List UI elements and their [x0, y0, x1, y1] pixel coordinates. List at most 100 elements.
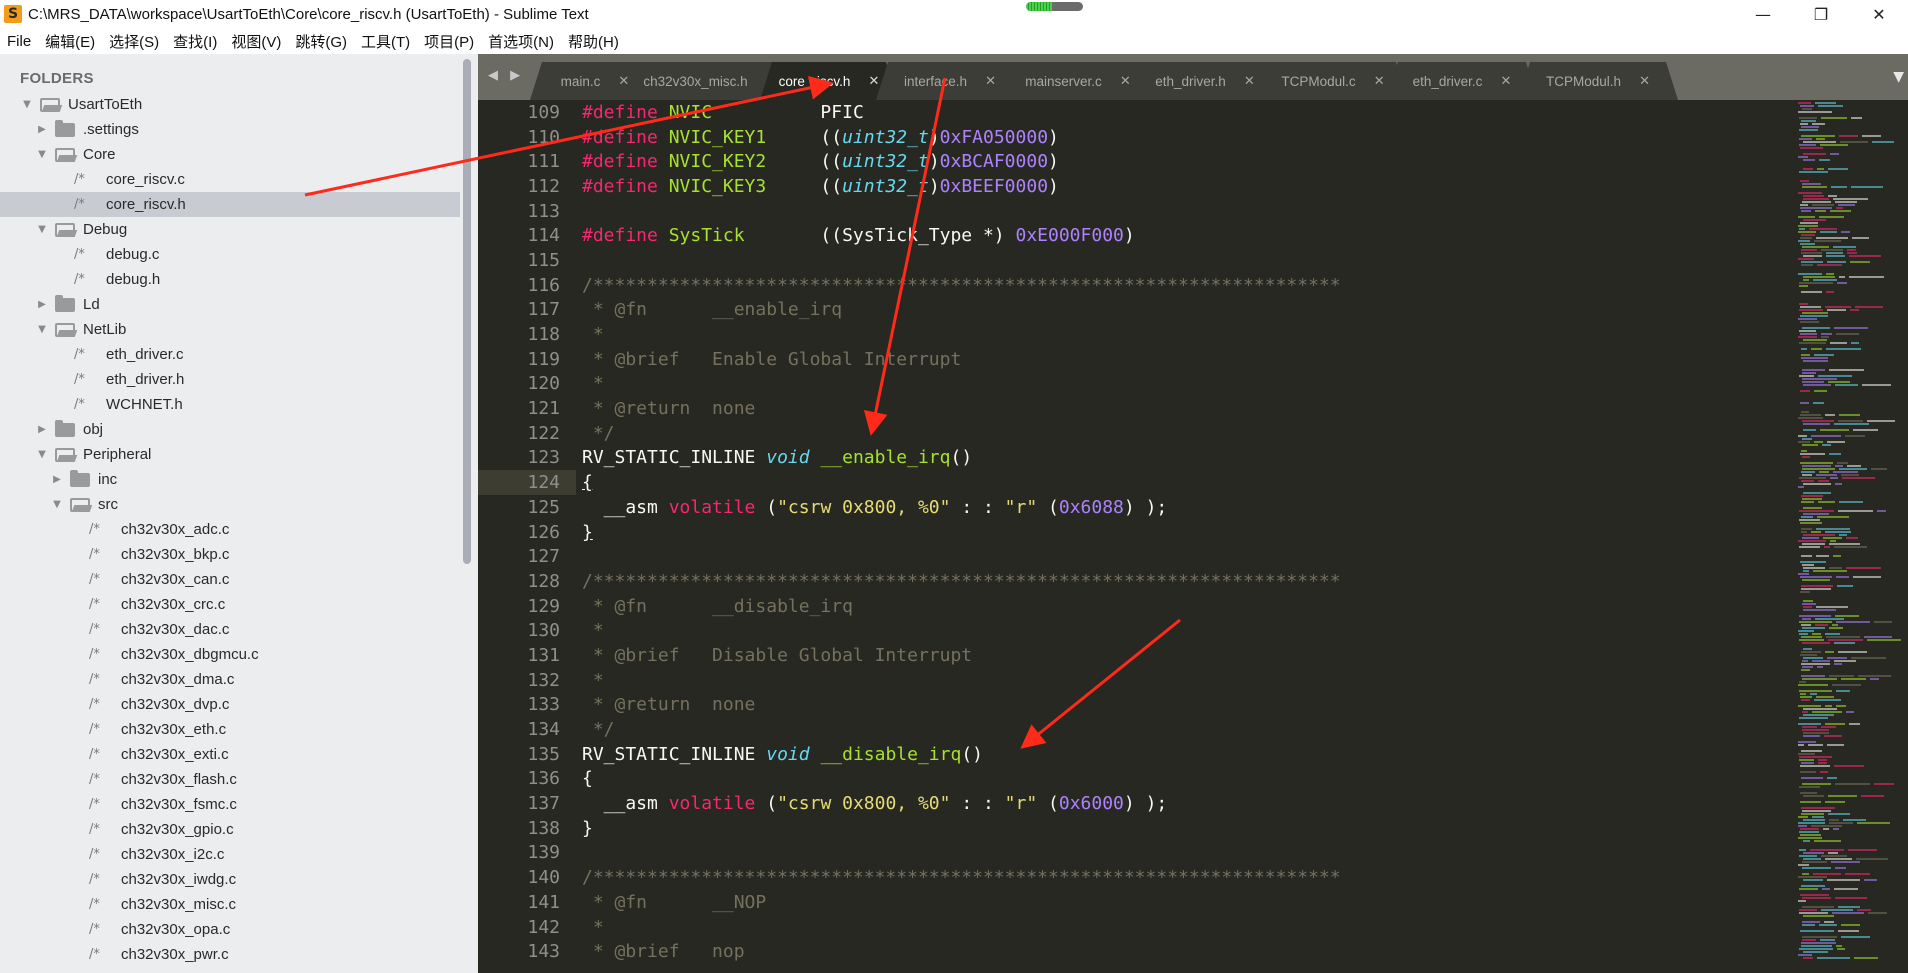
- menu-item[interactable]: File: [0, 33, 38, 50]
- file-item[interactable]: /* ch32v30x_i2c.c: [0, 842, 460, 867]
- tree-item-label: ch32v30x_exti.c: [121, 746, 229, 763]
- minimap-line: [1798, 837, 1822, 839]
- minimap-line: [1803, 708, 1837, 710]
- tab-tcpmodul-c[interactable]: TCPModul.c ✕: [1258, 62, 1408, 100]
- minimap-line: [1799, 888, 1818, 890]
- file-item[interactable]: /* ch32v30x_opa.c: [0, 917, 460, 942]
- file-item[interactable]: /* ch32v30x_crc.c: [0, 592, 460, 617]
- restore-button[interactable]: ❐: [1792, 0, 1850, 28]
- menu-item[interactable]: 查找(I): [166, 31, 224, 52]
- folder-item[interactable]: ▼ NetLib: [0, 317, 460, 342]
- folder-item[interactable]: ▶ .settings: [0, 117, 460, 142]
- close-tab-icon[interactable]: ✕: [618, 74, 629, 89]
- file-item[interactable]: /* eth_driver.h: [0, 367, 460, 392]
- minimap-line: [1830, 342, 1847, 344]
- file-item[interactable]: /* ch32v30x_fsmc.c: [0, 792, 460, 817]
- code-token: * @fn __NOP: [582, 891, 767, 913]
- expand-down-icon[interactable]: ▼: [50, 499, 64, 510]
- file-item[interactable]: /* ch32v30x_iwdg.c: [0, 867, 460, 892]
- file-item[interactable]: /* ch32v30x_dbgmcu.c: [0, 642, 460, 667]
- file-item[interactable]: /* core_riscv.c: [0, 167, 460, 192]
- close-tab-icon[interactable]: ✕: [1244, 74, 1255, 89]
- file-item[interactable]: /* core_riscv.h: [0, 192, 460, 217]
- file-item[interactable]: /* debug.c: [0, 242, 460, 267]
- folder-item[interactable]: ▶ Ld: [0, 292, 460, 317]
- minimap-line: [1833, 828, 1839, 830]
- tab-nav-arrows-icon[interactable]: ◀ ▶: [488, 68, 524, 83]
- expand-right-icon[interactable]: ▶: [35, 299, 49, 310]
- minimap-line: [1799, 171, 1828, 173]
- minimap-line: [1800, 333, 1817, 335]
- menu-item[interactable]: 首选项(N): [481, 31, 561, 52]
- expand-down-icon[interactable]: ▼: [35, 324, 49, 335]
- file-item[interactable]: /* ch32v30x_flash.c: [0, 767, 460, 792]
- close-tab-icon[interactable]: ✕: [1500, 74, 1511, 89]
- folder-item[interactable]: ▶ obj: [0, 417, 460, 442]
- close-tab-icon[interactable]: ✕: [1374, 74, 1385, 89]
- expand-down-icon[interactable]: ▼: [20, 99, 34, 110]
- minimize-button[interactable]: —: [1734, 0, 1792, 28]
- tab-list-dropdown-icon[interactable]: ▼: [1893, 69, 1904, 85]
- sidebar-scrollbar[interactable]: [463, 59, 471, 564]
- file-item[interactable]: /* ch32v30x_misc.c: [0, 892, 460, 917]
- menu-item[interactable]: 跳转(G): [288, 31, 354, 52]
- close-tab-icon[interactable]: ✕: [985, 74, 996, 89]
- folder-item[interactable]: ▼ Core: [0, 142, 460, 167]
- file-item[interactable]: /* ch32v30x_eth.c: [0, 717, 460, 742]
- file-item[interactable]: /* ch32v30x_exti.c: [0, 742, 460, 767]
- minimap-line: [1803, 255, 1822, 257]
- folder-item[interactable]: ▼ Peripheral: [0, 442, 460, 467]
- menu-item[interactable]: 视图(V): [224, 31, 288, 52]
- file-item[interactable]: /* eth_driver.c: [0, 342, 460, 367]
- file-icon: /*: [74, 272, 85, 287]
- menu-item[interactable]: 项目(P): [417, 31, 481, 52]
- minimap[interactable]: [1778, 100, 1908, 973]
- code-token: ): [1048, 175, 1059, 197]
- file-item[interactable]: /* ch32v30x_pwr.c: [0, 942, 460, 967]
- tab-eth-driver-c[interactable]: eth_driver.c ✕: [1386, 62, 1538, 100]
- tab-eth-driver-h[interactable]: eth_driver.h ✕: [1128, 62, 1282, 100]
- minimap-line: [1802, 438, 1812, 440]
- minimap-line: [1799, 849, 1806, 851]
- close-tab-icon[interactable]: ✕: [1120, 74, 1131, 89]
- file-item[interactable]: /* ch32v30x_dma.c: [0, 667, 460, 692]
- file-item[interactable]: /* ch32v30x_adc.c: [0, 517, 460, 542]
- folder-icon: [55, 294, 75, 312]
- close-window-button[interactable]: ✕: [1850, 0, 1908, 28]
- menu-item[interactable]: 帮助(H): [561, 31, 626, 52]
- menu-item[interactable]: 编辑(E): [38, 31, 102, 52]
- folder-item[interactable]: ▼ Debug: [0, 217, 460, 242]
- minimap-line: [1833, 246, 1856, 248]
- folder-item[interactable]: ▶ inc: [0, 467, 460, 492]
- expand-right-icon[interactable]: ▶: [35, 424, 49, 435]
- folder-item[interactable]: ▼ src: [0, 492, 460, 517]
- folder-item[interactable]: ▼ UsartToEth: [0, 92, 460, 117]
- menu-item[interactable]: 选择(S): [102, 31, 166, 52]
- minimap-line: [1820, 429, 1849, 431]
- line-number: 117: [527, 299, 560, 321]
- file-item[interactable]: /* ch32v30x_gpio.c: [0, 817, 460, 842]
- file-item[interactable]: /* WCHNET.h: [0, 392, 460, 417]
- minimap-line: [1803, 279, 1809, 281]
- minimap-line: [1802, 906, 1834, 908]
- file-item[interactable]: /* ch32v30x_dac.c: [0, 617, 460, 642]
- tab-tcpmodul-h[interactable]: TCPModul.h ✕: [1518, 62, 1678, 100]
- file-item[interactable]: /* ch32v30x_can.c: [0, 567, 460, 592]
- menu-item[interactable]: 工具(T): [354, 31, 417, 52]
- expand-right-icon[interactable]: ▶: [50, 474, 64, 485]
- minimap-line: [1802, 468, 1835, 470]
- expand-down-icon[interactable]: ▼: [35, 224, 49, 235]
- tab-core-riscv-h[interactable]: core_riscv.h ✕: [760, 62, 898, 100]
- minimap-line: [1827, 657, 1847, 659]
- expand-right-icon[interactable]: ▶: [35, 124, 49, 135]
- expand-down-icon[interactable]: ▼: [35, 449, 49, 460]
- expand-down-icon[interactable]: ▼: [35, 149, 49, 160]
- minimap-line: [1800, 771, 1816, 773]
- line-number: 126: [527, 521, 560, 543]
- close-tab-icon[interactable]: ✕: [1639, 74, 1650, 89]
- file-item[interactable]: /* ch32v30x_bkp.c: [0, 542, 460, 567]
- file-item[interactable]: /* ch32v30x_dvp.c: [0, 692, 460, 717]
- file-item[interactable]: /* debug.h: [0, 267, 460, 292]
- code-view[interactable]: 109 #define NVIC PFIC 110 #define NVIC_KEY1…: [478, 100, 1758, 964]
- close-tab-icon[interactable]: ✕: [868, 74, 879, 89]
